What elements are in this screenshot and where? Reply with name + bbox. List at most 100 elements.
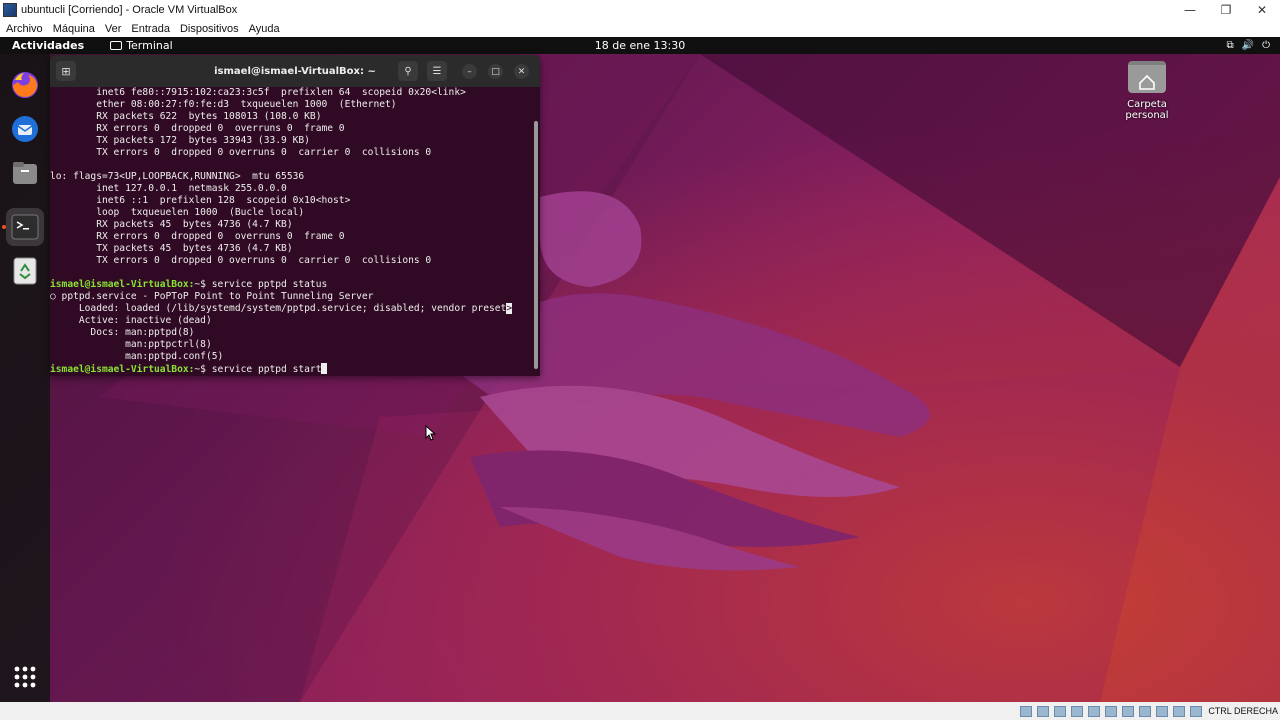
- terminal-line: ismael@ismael-VirtualBox:~$ service pptp…: [50, 363, 532, 375]
- dock-files[interactable]: [6, 154, 44, 192]
- terminal-line: loop txqueuelen 1000 (Bucle local): [50, 207, 532, 219]
- terminal-scrollbar[interactable]: [534, 121, 538, 369]
- vbox-titlebar: ubuntucli [Corriendo] - Oracle VM Virtua…: [0, 0, 1280, 20]
- terminal-line: TX errors 0 dropped 0 overruns 0 carrier…: [50, 255, 532, 267]
- output-text: ether 08:00:27:f0:fe:d3 txqueuelen 1000 …: [50, 99, 397, 110]
- shell-prompt: ismael@ismael-VirtualBox:: [50, 364, 195, 375]
- app-grid-icon: [14, 666, 36, 688]
- system-tray[interactable]: ⧉ 🔊 ⏻: [1226, 40, 1270, 51]
- output-text: lo: flags=73<UP,LOOPBACK,RUNNING> mtu 65…: [50, 171, 305, 182]
- app-menu[interactable]: Terminal: [110, 39, 173, 52]
- close-icon: ✕: [517, 66, 526, 77]
- output-text: TX packets 45 bytes 4736 (4.7 KB): [50, 243, 293, 254]
- network-icon: ⧉: [1226, 40, 1234, 51]
- close-icon[interactable]: ✕: [1244, 0, 1280, 20]
- terminal-icon: [110, 41, 123, 50]
- output-text: RX errors 0 dropped 0 overruns 0 frame 0: [50, 231, 345, 242]
- mouse-integration-icon[interactable]: [1173, 705, 1186, 717]
- terminal-output[interactable]: inet6 fe80::7915:102:ca23:3c5f prefixlen…: [50, 87, 532, 376]
- search-button[interactable]: ⚲: [398, 61, 418, 81]
- volume-icon: 🔊: [1241, 40, 1255, 51]
- keyboard-icon[interactable]: [1190, 705, 1203, 717]
- terminal-line: RX packets 622 bytes 108013 (108.0 KB): [50, 111, 532, 123]
- usb-icon[interactable]: [1088, 705, 1101, 717]
- menu-maquina[interactable]: Máquina: [53, 23, 95, 35]
- menu-dispositivos[interactable]: Dispositivos: [180, 23, 239, 35]
- dock-trash[interactable]: [6, 252, 44, 290]
- menu-ayuda[interactable]: Ayuda: [249, 23, 280, 35]
- output-text: TX errors 0 dropped 0 overruns 0 carrier…: [50, 147, 432, 158]
- audio-icon[interactable]: [1054, 705, 1067, 717]
- host-key-label: CTRL DERECHA: [1208, 706, 1278, 716]
- window-title: ubuntucli [Corriendo] - Oracle VM Virtua…: [21, 4, 238, 16]
- dock-thunderbird[interactable]: [6, 110, 44, 148]
- shared-folder-icon[interactable]: [1105, 705, 1118, 717]
- output-text: inet6 fe80::7915:102:ca23:3c5f prefixlen…: [50, 87, 466, 98]
- display-icon[interactable]: [1122, 705, 1135, 717]
- menu-button[interactable]: ☰: [427, 61, 447, 81]
- terminal-line: TX packets 172 bytes 33943 (33.9 KB): [50, 135, 532, 147]
- network-adapter-icon[interactable]: [1071, 705, 1084, 717]
- terminal-icon: [11, 214, 39, 240]
- minimize-icon[interactable]: —: [1172, 0, 1208, 20]
- truncation-marker: >: [506, 303, 513, 314]
- vbox-statusbar: CTRL DERECHA: [0, 702, 1280, 720]
- app-menu-label: Terminal: [126, 39, 173, 52]
- restore-icon[interactable]: ❐: [1208, 0, 1244, 20]
- dock-firefox[interactable]: [6, 66, 44, 104]
- terminal-line: TX packets 45 bytes 4736 (4.7 KB): [50, 243, 532, 255]
- terminal-line: Docs: man:pptpd(8): [50, 327, 532, 339]
- output-text: inet 127.0.0.1 netmask 255.0.0.0: [50, 183, 287, 194]
- running-indicator: [2, 225, 6, 229]
- terminal-line: lo: flags=73<UP,LOOPBACK,RUNNING> mtu 65…: [50, 171, 532, 183]
- output-text: Active: inactive (dead): [50, 315, 212, 326]
- menu-ver[interactable]: Ver: [105, 23, 122, 35]
- output-text: man:pptpctrl(8): [50, 339, 212, 350]
- terminal-headerbar[interactable]: ⊞ ismael@ismael-VirtualBox: ~ ⚲ ☰ – □ ✕: [50, 55, 540, 87]
- terminal-window[interactable]: ⊞ ismael@ismael-VirtualBox: ~ ⚲ ☰ – □ ✕ …: [50, 55, 540, 376]
- virtualbox-icon: [3, 3, 17, 17]
- terminal-line: ismael@ismael-VirtualBox:~$ service pptp…: [50, 279, 532, 291]
- video-capture-icon[interactable]: [1139, 705, 1152, 717]
- terminal-maximize-button[interactable]: □: [488, 64, 503, 79]
- cpu-icon[interactable]: [1156, 705, 1169, 717]
- terminal-minimize-button[interactable]: –: [462, 64, 477, 79]
- terminal-line: ether 08:00:27:f0:fe:d3 txqueuelen 1000 …: [50, 99, 532, 111]
- activities-button[interactable]: Actividades: [12, 39, 84, 52]
- desktop-home-folder[interactable]: Carpeta personal: [1104, 61, 1190, 121]
- terminal-line: inet 127.0.0.1 netmask 255.0.0.0: [50, 183, 532, 195]
- dock-terminal[interactable]: [6, 208, 44, 246]
- output-text: man:pptpd.conf(5): [50, 351, 224, 362]
- terminal-line: Active: inactive (dead): [50, 315, 532, 327]
- dock: [0, 54, 50, 702]
- dock-show-apps[interactable]: [6, 658, 44, 696]
- hdd-icon[interactable]: [1020, 705, 1033, 717]
- shell-prompt: ismael@ismael-VirtualBox:: [50, 279, 195, 290]
- minimize-icon: –: [467, 66, 472, 77]
- terminal-line: inet6 ::1 prefixlen 128 scopeid 0x10<hos…: [50, 195, 532, 207]
- menu-archivo[interactable]: Archivo: [6, 23, 43, 35]
- terminal-line: RX errors 0 dropped 0 overruns 0 frame 0: [50, 123, 532, 135]
- terminal-line: ○ pptpd.service - PoPToP Point to Point …: [50, 291, 532, 303]
- output-text: Docs: man:pptpd(8): [50, 327, 195, 338]
- output-text: loop txqueuelen 1000 (Bucle local): [50, 207, 305, 218]
- home-folder-label: Carpeta personal: [1125, 99, 1169, 121]
- maximize-icon: □: [491, 66, 500, 77]
- terminal-line: TX errors 0 dropped 0 overruns 0 carrier…: [50, 147, 532, 159]
- output-text: RX packets 45 bytes 4736 (4.7 KB): [50, 219, 293, 230]
- search-icon: ⚲: [404, 65, 412, 77]
- power-icon: ⏻: [1262, 40, 1270, 51]
- files-icon: [13, 162, 37, 184]
- output-text: TX errors 0 dropped 0 overruns 0 carrier…: [50, 255, 432, 266]
- terminal-line: RX packets 45 bytes 4736 (4.7 KB): [50, 219, 532, 231]
- firefox-icon: [12, 72, 38, 98]
- clock[interactable]: 18 de ene 13:30: [595, 39, 685, 52]
- trash-icon: [13, 257, 37, 285]
- terminal-close-button[interactable]: ✕: [514, 64, 529, 79]
- menu-entrada[interactable]: Entrada: [131, 23, 170, 35]
- hamburger-icon: ☰: [432, 65, 442, 77]
- optical-drive-icon[interactable]: [1037, 705, 1050, 717]
- shell-command: ~$ service pptpd start: [194, 364, 322, 375]
- guest-screen: Actividades Terminal 18 de ene 13:30 ⧉ 🔊…: [0, 37, 1280, 702]
